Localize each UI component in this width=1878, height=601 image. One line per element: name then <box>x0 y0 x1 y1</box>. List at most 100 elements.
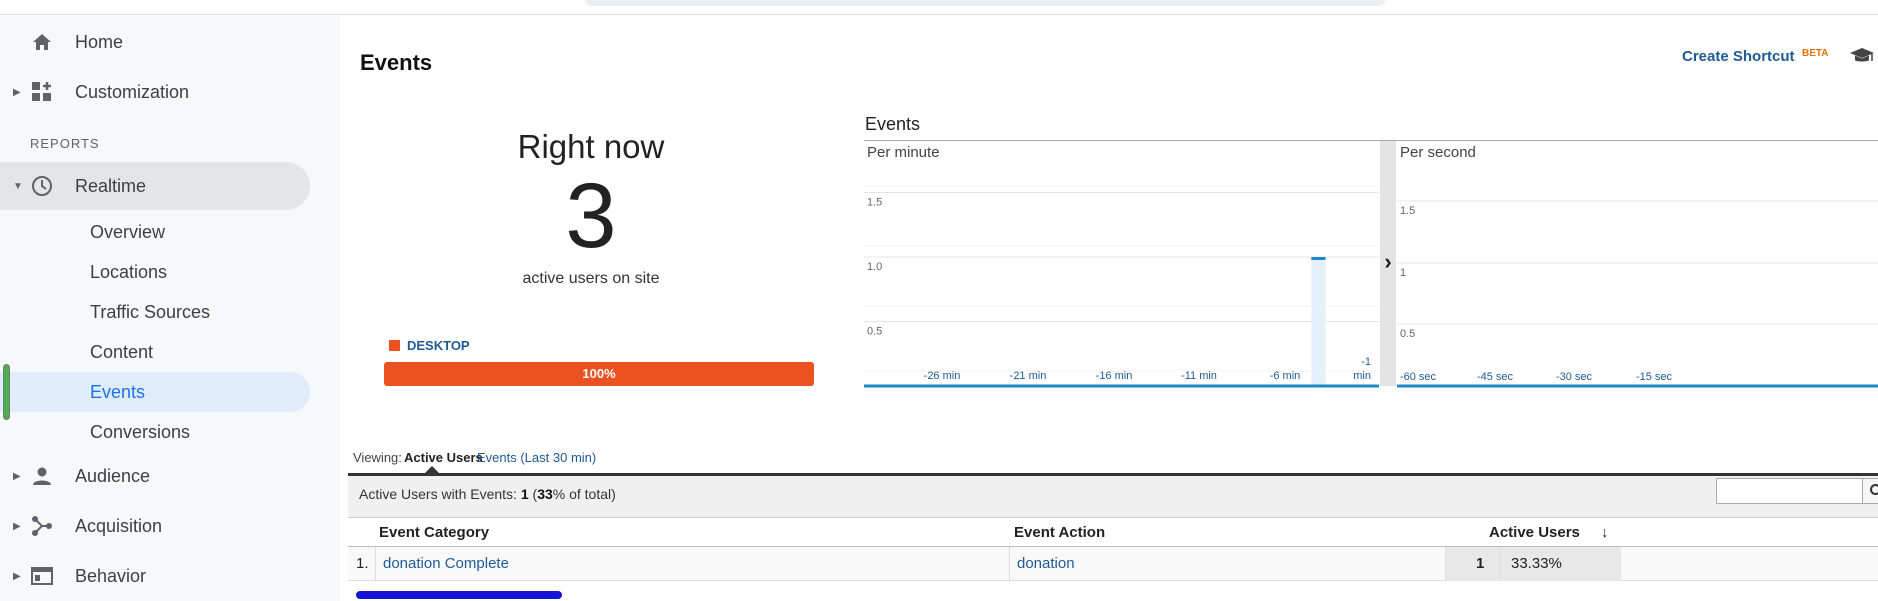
device-percent-bar: 100% <box>384 362 814 386</box>
x-tick-label: min <box>1353 370 1371 382</box>
event-action-link[interactable]: donation <box>1017 555 1075 572</box>
sidebar-item-overview[interactable]: Overview <box>0 212 310 252</box>
column-divider <box>1009 547 1010 581</box>
y-tick-label: 1 <box>1400 267 1406 279</box>
x-tick-label: -60 sec <box>1400 371 1437 383</box>
viewing-label: Viewing: <box>353 450 402 465</box>
x-tick-label: -26 min <box>924 370 961 382</box>
per-second-label: Per second <box>1400 144 1476 161</box>
row-index: 1. <box>356 555 369 572</box>
x-tick-label: -6 min <box>1270 370 1301 382</box>
x-tick-label: -15 sec <box>1636 371 1673 383</box>
y-tick-label: 0.5 <box>867 326 882 338</box>
sidebar-item-locations[interactable]: Locations <box>0 252 310 292</box>
graduation-cap-icon[interactable] <box>1849 46 1875 71</box>
search-button[interactable] <box>1862 478 1878 504</box>
header-active-users[interactable]: Active Users <box>1489 524 1580 541</box>
table-header: Event Category Event Action Active Users… <box>348 517 1878 547</box>
caret-right-icon: ▶ <box>13 86 21 98</box>
nav-customization-label: Customization <box>75 81 190 102</box>
header-event-action[interactable]: Event Action <box>1014 524 1105 541</box>
per-minute-label: Per minute <box>867 144 940 161</box>
nav-home[interactable]: Home <box>0 18 310 66</box>
sidebar-item-label: Traffic Sources <box>90 301 211 322</box>
nav-home-label: Home <box>75 31 124 52</box>
y-tick-label: 1.0 <box>867 261 882 273</box>
summary-bar: Active Users with Events: 1 (33% of tota… <box>348 473 1878 517</box>
clock-icon <box>30 174 54 198</box>
beta-badge: BETA <box>1802 48 1829 59</box>
nav-acquisition[interactable]: ▶ Acquisition <box>0 502 310 550</box>
sidebar-item-content[interactable]: Content <box>0 332 310 372</box>
y-tick-label: 1.5 <box>1400 205 1415 217</box>
x-tick-label: -30 sec <box>1556 371 1593 383</box>
summary-count: 1 <box>520 486 529 502</box>
customization-icon <box>30 80 54 104</box>
nav-audience-label: Audience <box>75 465 151 486</box>
summary-percent: 33 <box>537 486 553 502</box>
tab-active-users[interactable]: Active Users <box>404 450 483 465</box>
chevron-right-icon: › <box>1384 249 1391 274</box>
header-event-category[interactable]: Event Category <box>379 524 489 541</box>
summary-prefix: Active Users with Events: <box>359 486 517 502</box>
sidebar-item-label: Overview <box>90 221 166 242</box>
bar <box>1311 257 1326 386</box>
active-users-subtitle: active users on site <box>522 270 660 287</box>
sidebar-item-traffic-sources[interactable]: Traffic Sources <box>0 292 310 332</box>
page-title: Events <box>360 50 433 75</box>
right-now-panel: Right now 3 active users on site <box>441 128 741 288</box>
table-search-input[interactable] <box>1716 478 1878 504</box>
event-category-link[interactable]: donation Complete <box>383 555 509 572</box>
caret-right-icon: ▶ <box>13 520 21 532</box>
device-swatch <box>389 340 400 351</box>
nav-customization[interactable]: ▶ Customization <box>0 68 310 116</box>
sidebar: Home ▶ Customization REPORTS ▼ Realtime … <box>0 16 340 601</box>
x-tick-label: -11 min <box>1181 370 1217 382</box>
create-shortcut-link[interactable]: Create Shortcut <box>1682 48 1795 65</box>
top-search-stub[interactable] <box>585 0 1385 6</box>
nav-behavior-label: Behavior <box>75 565 147 586</box>
sidebar-item-label: Content <box>90 341 154 362</box>
caret-right-icon: ▶ <box>13 570 21 582</box>
main-content: Events Create Shortcut BETA Right now 3 … <box>341 36 1878 601</box>
row-users-percent: 33.33% <box>1511 555 1562 572</box>
active-tab-pointer <box>425 466 439 473</box>
sidebar-item-conversions[interactable]: Conversions <box>0 412 310 452</box>
nav-audience[interactable]: ▶ Audience <box>0 452 310 500</box>
top-bar <box>0 0 1878 15</box>
bar-cap <box>1311 257 1326 260</box>
sidebar-item-label: Conversions <box>90 421 191 442</box>
sort-desc-icon[interactable]: ↓ <box>1601 524 1609 541</box>
sidebar-item-events[interactable]: Events <box>0 372 310 412</box>
home-icon <box>30 30 54 54</box>
sidebar-item-label: Locations <box>90 261 168 282</box>
x-tick-label: -45 sec <box>1477 371 1514 383</box>
nav-acquisition-label: Acquisition <box>75 515 163 536</box>
active-users-count: 3 <box>565 165 617 267</box>
right-now-label: Right now <box>517 128 665 165</box>
row-users-count: 1 <box>1476 555 1485 572</box>
device-name: DESKTOP <box>407 338 470 353</box>
nav-realtime-label: Realtime <box>75 175 147 196</box>
chart-title: Events <box>865 114 921 134</box>
annotation-underline <box>356 591 562 599</box>
acquisition-icon <box>30 514 54 538</box>
sidebar-item-label: Events <box>90 381 146 402</box>
nav-realtime[interactable]: ▼ Realtime <box>0 162 310 210</box>
events-chart: Per minute 1.5 1.0 0.5 -26 min -21 min -16 min… <box>864 140 1878 388</box>
summary-text: Active Users with Events: 1 (33% of tota… <box>359 486 616 502</box>
users-count-cell <box>1445 547 1501 581</box>
behavior-icon <box>30 564 54 588</box>
table-row: 1. donation Complete donation 1 33.33% <box>348 547 1878 581</box>
column-divider <box>375 547 376 581</box>
events-table: Event Category Event Action Active Users… <box>348 517 1878 581</box>
tab-events-last-30[interactable]: Events (Last 30 min) <box>477 450 596 465</box>
y-tick-label: 1.5 <box>867 197 882 209</box>
x-tick-label: -21 min <box>1010 370 1047 382</box>
nav-behavior[interactable]: ▶ Behavior <box>0 552 310 600</box>
summary-suffix: % of total) <box>552 486 616 502</box>
y-tick-label: 0.5 <box>1400 328 1415 340</box>
device-legend: DESKTOP <box>389 338 470 353</box>
x-tick-label: -16 min <box>1096 370 1133 382</box>
sidebar-scrollbar[interactable] <box>3 364 10 420</box>
